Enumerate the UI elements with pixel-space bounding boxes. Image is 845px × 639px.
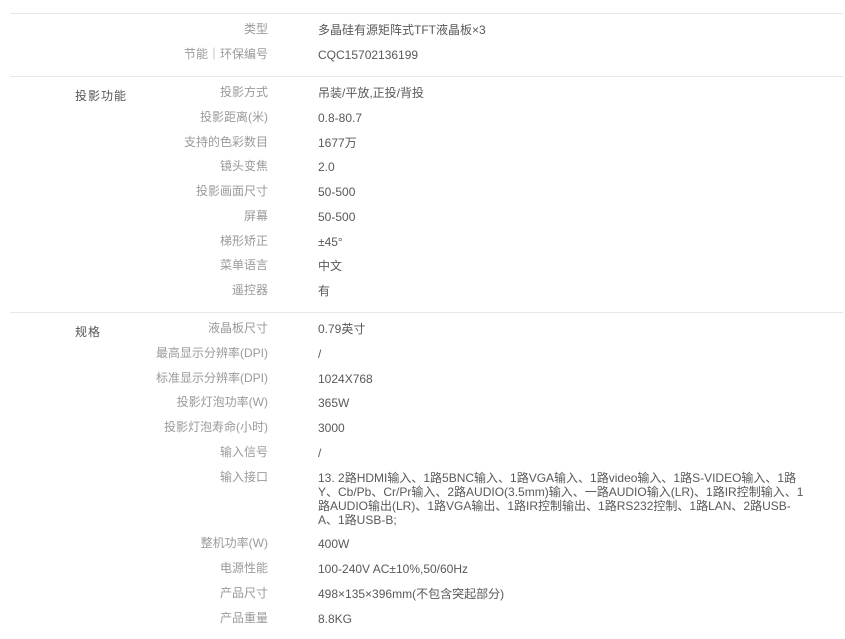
spec-row: 支持的色彩数目 1677万 [10,130,843,155]
spec-row: 最高显示分辨率(DPI) / [10,341,843,366]
spec-label: 投影方式 [10,86,268,99]
spec-value: / [318,446,321,460]
spec-value: 2.0 [318,160,335,174]
spec-label: 产品重量 [10,612,268,625]
spec-section: 规格 液晶板尺寸 0.79英寸 最高显示分辨率(DPI) / 标准显示分辨率(D… [10,312,843,639]
spec-section-rows: 类型 多晶硅有源矩阵式TFT液晶板×3 节能｜环保编号 CQC157021361… [10,18,843,68]
spec-value: 8.8KG [318,612,352,626]
spec-value: 0.8-80.7 [318,111,362,125]
spec-row: 投影灯泡寿命(小时) 3000 [10,416,843,441]
spec-value: 1677万 [318,136,357,150]
spec-value: 1024X768 [318,372,373,386]
spec-label: 梯形矫正 [10,235,268,248]
spec-value: 0.79英寸 [318,322,365,336]
spec-label: 屏幕 [10,210,268,223]
spec-row: 产品重量 8.8KG [10,606,843,631]
spec-row: 输入信号 / [10,441,843,466]
spec-value: / [318,347,321,361]
spec-label: 投影距离(米) [10,111,268,124]
spec-label: 整机功率(W) [10,537,268,550]
spec-value: 13. 2路HDMI输入、1路5BNC输入、1路VGA输入、1路video输入、… [318,471,810,527]
spec-section-category: 投影功能 [75,87,127,104]
spec-row: 投影方式 吊装/平放,正投/背投 [10,81,843,106]
spec-value: 3000 [318,421,345,435]
spec-value: 400W [318,537,349,551]
spec-label: 产品尺寸 [10,587,268,600]
spec-label: 标准显示分辨率(DPI) [10,372,268,385]
spec-row: 标准显示分辨率(DPI) 1024X768 [10,366,843,391]
spec-label: 镜头变焦 [10,160,268,173]
spec-value: CQC15702136199 [318,48,418,62]
spec-value: 有 [318,284,330,298]
spec-section-category: 规格 [75,323,101,340]
spec-row: 遥控器 有 [10,279,843,304]
spec-row: 液晶板尺寸 0.79英寸 [10,317,843,342]
spec-row: 菜单语言 中文 [10,254,843,279]
spec-row: 节能｜环保编号 CQC15702136199 [10,43,843,68]
spec-label: 节能｜环保编号 [10,48,268,61]
spec-row: 镜头变焦 2.0 [10,155,843,180]
spec-label: 液晶板尺寸 [10,322,268,335]
spec-label: 输入信号 [10,446,268,459]
spec-row: 电源性能 100-240V AC±10%,50/60Hz [10,557,843,582]
spec-label: 类型 [10,23,268,36]
spec-row: 输入接口 13. 2路HDMI输入、1路5BNC输入、1路VGA输入、1路vid… [10,465,843,532]
spec-value: ±45° [318,235,343,249]
spec-value: 多晶硅有源矩阵式TFT液晶板×3 [318,23,486,37]
spec-section: 投影功能 投影方式 吊装/平放,正投/背投 投影距离(米) 0.8-80.7 支… [10,76,843,312]
spec-value: 50-500 [318,185,355,199]
spec-value: 498×135×396mm(不包含突起部分) [318,587,504,601]
spec-section-rows: 投影方式 吊装/平放,正投/背投 投影距离(米) 0.8-80.7 支持的色彩数… [10,81,843,304]
spec-label: 电源性能 [10,562,268,575]
product-spec-table: 类型 多晶硅有源矩阵式TFT液晶板×3 节能｜环保编号 CQC157021361… [0,0,845,639]
spec-label: 投影灯泡功率(W) [10,396,268,409]
spec-row: 整机功率(W) 400W [10,532,843,557]
spec-value: 中文 [318,259,342,273]
spec-row: 投影画面尺寸 50-500 [10,180,843,205]
spec-value: 365W [318,396,349,410]
spec-label: 遥控器 [10,284,268,297]
spec-section-rows: 液晶板尺寸 0.79英寸 最高显示分辨率(DPI) / 标准显示分辨率(DPI)… [10,317,843,632]
spec-row: 投影灯泡功率(W) 365W [10,391,843,416]
spec-value: 50-500 [318,210,355,224]
spec-label: 菜单语言 [10,259,268,272]
spec-row: 梯形矫正 ±45° [10,229,843,254]
spec-row: 类型 多晶硅有源矩阵式TFT液晶板×3 [10,18,843,43]
spec-label: 最高显示分辨率(DPI) [10,347,268,360]
spec-value: 吊装/平放,正投/背投 [318,86,424,100]
spec-row: 投影距离(米) 0.8-80.7 [10,105,843,130]
spec-row: 产品尺寸 498×135×396mm(不包含突起部分) [10,582,843,607]
spec-section: 类型 多晶硅有源矩阵式TFT液晶板×3 节能｜环保编号 CQC157021361… [10,13,843,76]
spec-label: 投影画面尺寸 [10,185,268,198]
spec-label: 投影灯泡寿命(小时) [10,421,268,434]
spec-row: 屏幕 50-500 [10,204,843,229]
spec-label: 输入接口 [10,471,268,484]
spec-label: 支持的色彩数目 [10,136,268,149]
spec-value: 100-240V AC±10%,50/60Hz [318,562,468,576]
